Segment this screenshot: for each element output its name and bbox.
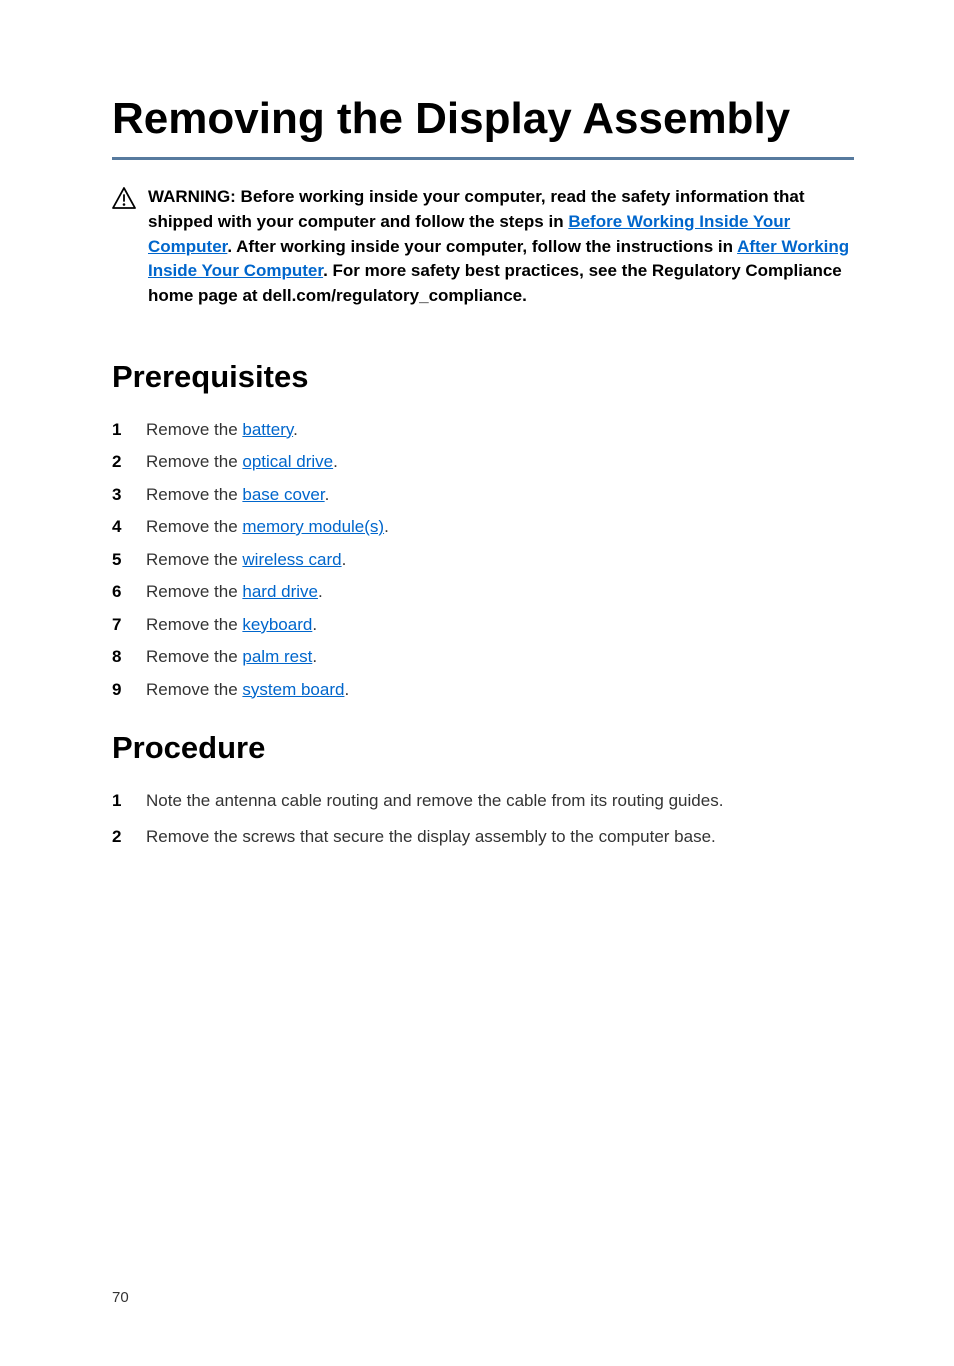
prerequisites-heading: Prerequisites — [112, 359, 854, 395]
list-number: 3 — [112, 482, 126, 508]
link-memory-modules[interactable]: memory module(s) — [242, 517, 384, 536]
list-number: 5 — [112, 547, 126, 573]
prerequisites-list: 1 Remove the battery. 2 Remove the optic… — [112, 417, 854, 703]
suffix-text: . — [293, 420, 298, 439]
prefix-text: Remove the — [146, 615, 242, 634]
list-text: Remove the screws that secure the displa… — [146, 824, 716, 850]
list-item: 5 Remove the wireless card. — [112, 547, 854, 573]
list-text: Remove the hard drive. — [146, 579, 323, 605]
list-number: 9 — [112, 677, 126, 703]
link-hard-drive[interactable]: hard drive — [242, 582, 318, 601]
page-title: Removing the Display Assembly — [112, 95, 854, 143]
list-number: 4 — [112, 514, 126, 540]
suffix-text: . — [312, 615, 317, 634]
suffix-text: . — [333, 452, 338, 471]
warning-text: WARNING: Before working inside your comp… — [148, 185, 854, 308]
link-system-board[interactable]: system board — [242, 680, 344, 699]
procedure-list: 1 Note the antenna cable routing and rem… — [112, 788, 854, 849]
list-item: 6 Remove the hard drive. — [112, 579, 854, 605]
suffix-text: . — [384, 517, 389, 536]
list-number: 8 — [112, 644, 126, 670]
prefix-text: Remove the — [146, 680, 242, 699]
link-wireless-card[interactable]: wireless card — [242, 550, 341, 569]
list-item: 3 Remove the base cover. — [112, 482, 854, 508]
list-text: Remove the palm rest. — [146, 644, 317, 670]
link-keyboard[interactable]: keyboard — [242, 615, 312, 634]
suffix-text: . — [325, 485, 330, 504]
list-item: 1 Remove the battery. — [112, 417, 854, 443]
link-battery[interactable]: battery — [242, 420, 293, 439]
prefix-text: Remove the — [146, 647, 242, 666]
list-text: Remove the wireless card. — [146, 547, 346, 573]
list-item: 7 Remove the keyboard. — [112, 612, 854, 638]
list-text: Remove the base cover. — [146, 482, 329, 508]
link-optical-drive[interactable]: optical drive — [242, 452, 333, 471]
list-number: 6 — [112, 579, 126, 605]
list-number: 1 — [112, 788, 126, 814]
list-item: 9 Remove the system board. — [112, 677, 854, 703]
list-number: 7 — [112, 612, 126, 638]
list-item: 8 Remove the palm rest. — [112, 644, 854, 670]
prefix-text: Remove the — [146, 550, 242, 569]
list-item: 2 Remove the screws that secure the disp… — [112, 824, 854, 850]
prefix-text: Remove the — [146, 517, 242, 536]
list-text: Remove the battery. — [146, 417, 298, 443]
list-item: 4 Remove the memory module(s). — [112, 514, 854, 540]
page-number: 70 — [112, 1289, 129, 1306]
list-text: Remove the system board. — [146, 677, 349, 703]
list-text: Remove the memory module(s). — [146, 514, 389, 540]
link-palm-rest[interactable]: palm rest — [242, 647, 312, 666]
suffix-text: . — [318, 582, 323, 601]
suffix-text: . — [312, 647, 317, 666]
list-item: 2 Remove the optical drive. — [112, 449, 854, 475]
suffix-text: . — [342, 550, 347, 569]
prefix-text: Remove the — [146, 420, 242, 439]
suffix-text: . — [344, 680, 349, 699]
list-number: 1 — [112, 417, 126, 443]
warning-block: WARNING: Before working inside your comp… — [112, 185, 854, 308]
list-number: 2 — [112, 824, 126, 850]
procedure-heading: Procedure — [112, 730, 854, 766]
list-item: 1 Note the antenna cable routing and rem… — [112, 788, 854, 814]
prefix-text: Remove the — [146, 452, 242, 471]
prefix-text: Remove the — [146, 582, 242, 601]
warning-icon — [112, 187, 136, 214]
warning-mid1: . After working inside your computer, fo… — [227, 237, 737, 256]
title-underline — [112, 157, 854, 160]
link-base-cover[interactable]: base cover — [242, 485, 324, 504]
list-text: Remove the optical drive. — [146, 449, 338, 475]
prefix-text: Remove the — [146, 485, 242, 504]
list-text: Remove the keyboard. — [146, 612, 317, 638]
list-number: 2 — [112, 449, 126, 475]
list-text: Note the antenna cable routing and remov… — [146, 788, 723, 814]
